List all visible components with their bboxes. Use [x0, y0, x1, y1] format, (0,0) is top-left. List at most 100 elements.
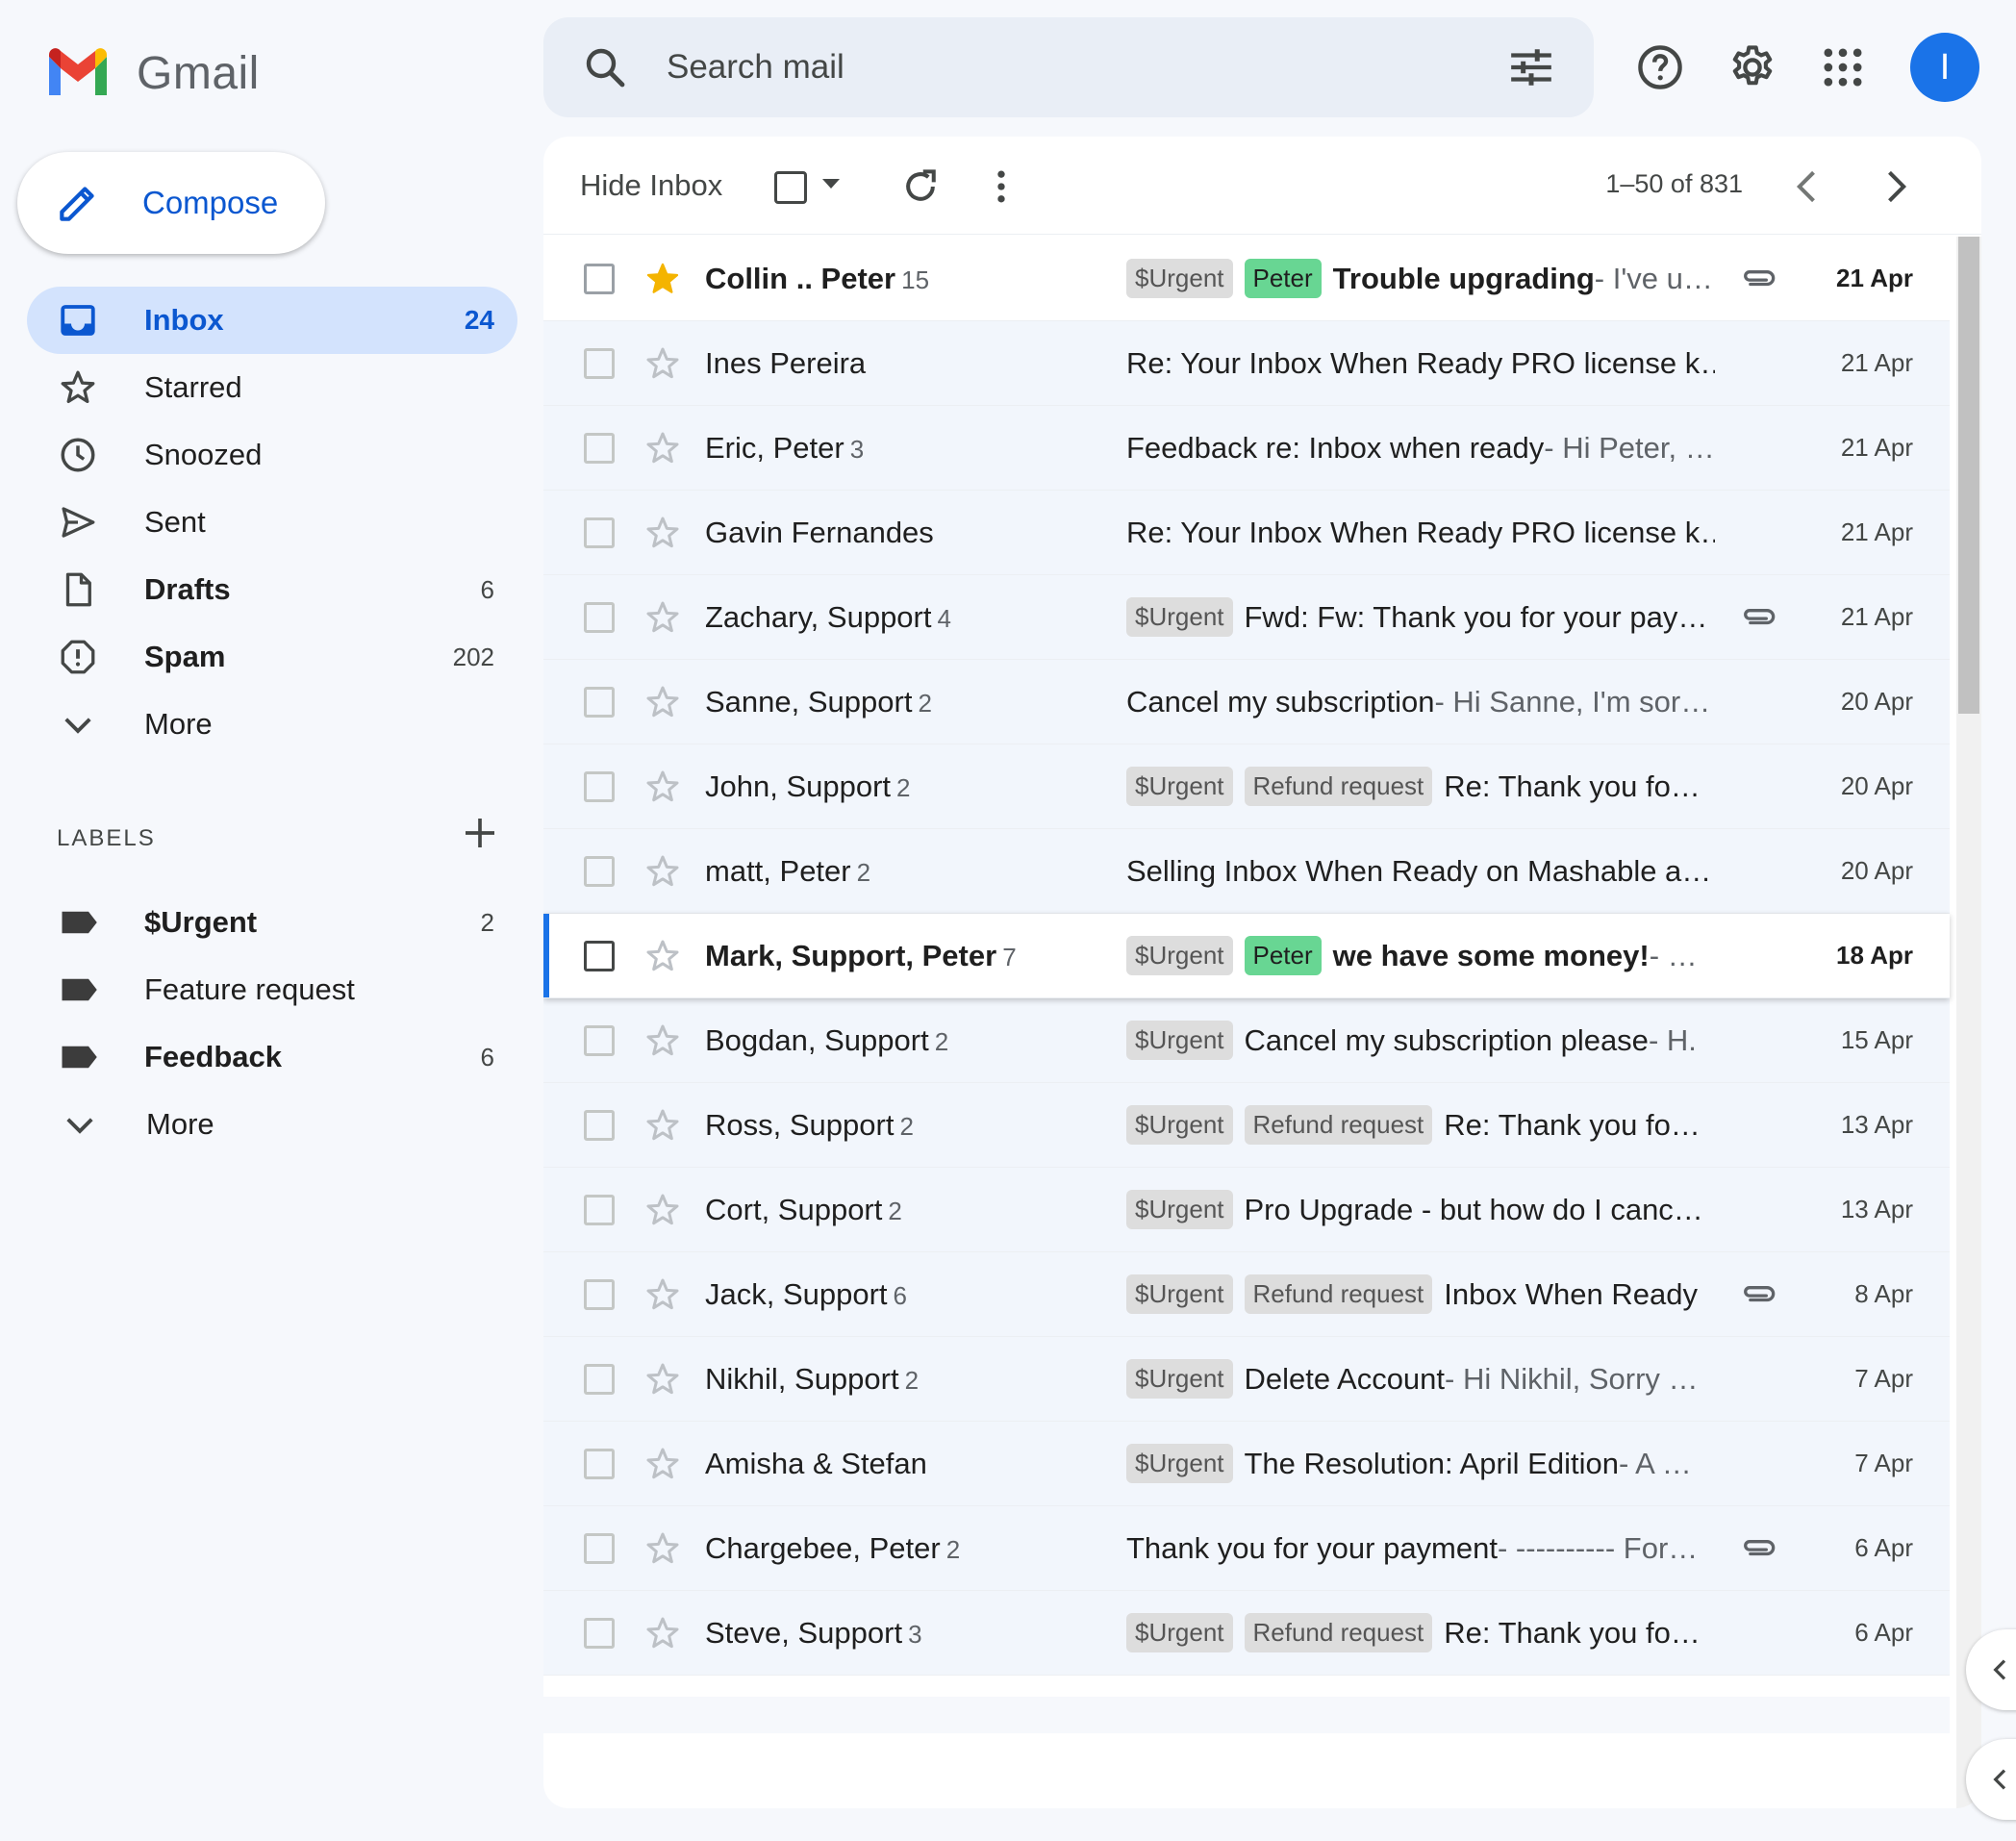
sidebar-item-starred[interactable]: Starred — [27, 354, 517, 421]
row-checkbox[interactable] — [584, 263, 615, 294]
attachment-icon[interactable] — [1738, 258, 1780, 300]
refresh-icon[interactable] — [899, 165, 942, 208]
email-label-chip[interactable]: $Urgent — [1126, 1359, 1233, 1399]
row-checkbox[interactable] — [584, 1448, 615, 1479]
sidebar-item-snoozed[interactable]: Snoozed — [27, 421, 517, 489]
star-icon[interactable] — [643, 514, 682, 552]
star-icon[interactable] — [643, 1529, 682, 1568]
row-checkbox[interactable] — [584, 517, 615, 548]
gmail-logo[interactable]: Gmail — [44, 44, 260, 102]
star-icon[interactable] — [643, 937, 682, 975]
attachment-icon[interactable] — [1738, 596, 1780, 639]
search-icon[interactable] — [582, 44, 628, 90]
compose-button[interactable]: Compose — [17, 152, 325, 254]
email-label-chip[interactable]: $Urgent — [1126, 597, 1233, 637]
account-avatar[interactable]: I — [1910, 33, 1979, 102]
email-label-chip[interactable]: $Urgent — [1126, 259, 1233, 298]
row-checkbox[interactable] — [584, 432, 615, 464]
attachment-icon[interactable] — [1738, 1527, 1780, 1570]
row-checkbox[interactable] — [584, 1024, 615, 1056]
label-item-urgent[interactable]: $Urgent 2 — [27, 889, 517, 956]
email-row[interactable]: Zachary, Support 4 $Urgent Fwd: Fw: Thank y… — [543, 575, 1950, 660]
star-icon[interactable] — [643, 344, 682, 383]
chevron-left-icon[interactable] — [1787, 165, 1829, 208]
scrollbar[interactable] — [1956, 237, 1981, 1808]
email-row[interactable]: Eric, Peter 3 Feedback re: Inbox when read… — [543, 406, 1950, 491]
sidebar-item-inbox[interactable]: Inbox 24 — [27, 287, 517, 354]
email-label-chip[interactable]: $Urgent — [1126, 1021, 1233, 1060]
search-input[interactable] — [667, 48, 1507, 87]
scrollbar-thumb[interactable] — [1958, 237, 1979, 714]
email-row[interactable]: Ines Pereira Re: Your Inbox When Ready PR… — [543, 321, 1950, 406]
row-checkbox[interactable] — [584, 347, 615, 379]
email-label-chip[interactable]: Peter — [1244, 259, 1322, 298]
star-icon[interactable] — [643, 1191, 682, 1229]
email-label-chip[interactable]: $Urgent — [1126, 1613, 1233, 1652]
star-icon[interactable] — [643, 1445, 682, 1483]
email-row[interactable]: Gavin Fernandes Re: Your Inbox When Ready… — [543, 491, 1950, 575]
more-vert-icon[interactable] — [980, 165, 1022, 208]
label-item-feature-request[interactable]: Feature request — [27, 956, 517, 1023]
row-checkbox[interactable] — [584, 855, 615, 887]
search-options-icon[interactable] — [1507, 43, 1555, 91]
email-row[interactable]: Nikhil, Support 2 $Urgent Delete Account - … — [543, 1337, 1950, 1422]
star-icon[interactable] — [643, 429, 682, 467]
row-checkbox[interactable] — [584, 1194, 615, 1225]
email-label-chip[interactable]: $Urgent — [1126, 1190, 1233, 1229]
star-icon[interactable] — [643, 1614, 682, 1652]
row-checkbox[interactable] — [584, 1532, 615, 1564]
email-label-chip[interactable]: Refund request — [1244, 1105, 1433, 1145]
label-item-feedback[interactable]: Feedback 6 — [27, 1023, 517, 1091]
email-row[interactable]: matt, Peter 2 Selling Inbox When Ready on … — [543, 829, 1950, 914]
sidebar-item-spam[interactable]: Spam 202 — [27, 623, 517, 691]
help-icon[interactable] — [1635, 42, 1685, 92]
star-icon[interactable] — [643, 1021, 682, 1060]
settings-gear-icon[interactable] — [1727, 42, 1777, 92]
email-row[interactable]: Mark, Support, Peter 7 $Urgent Peter we have… — [543, 914, 1950, 998]
email-label-chip[interactable]: $Urgent — [1126, 767, 1233, 806]
email-row[interactable]: Collin .. Peter 15 $Urgent Peter Trouble upg… — [543, 237, 1950, 321]
attachment-icon[interactable] — [1738, 1274, 1780, 1316]
email-row[interactable]: Cort, Support 2 $Urgent Pro Upgrade - but h… — [543, 1168, 1950, 1252]
star-icon[interactable] — [643, 852, 682, 891]
sidebar-item-sent[interactable]: Sent — [27, 489, 517, 556]
email-row[interactable]: Ross, Support 2 $Urgent Refund request Re: T… — [543, 1083, 1950, 1168]
email-row[interactable]: Amisha & Stefan $Urgent The Resolution: Ap… — [543, 1422, 1950, 1506]
email-label-chip[interactable]: $Urgent — [1126, 1105, 1233, 1145]
row-checkbox[interactable] — [584, 1617, 615, 1649]
row-checkbox[interactable] — [584, 1109, 615, 1141]
select-all-checkbox[interactable] — [774, 171, 807, 204]
star-icon[interactable] — [643, 1106, 682, 1145]
email-label-chip[interactable]: Refund request — [1244, 1613, 1433, 1652]
row-checkbox[interactable] — [584, 940, 615, 971]
email-row[interactable]: John, Support 2 $Urgent Refund request Re: T… — [543, 744, 1950, 829]
email-row[interactable]: Jack, Support 6 $Urgent Refund request Inbox… — [543, 1252, 1950, 1337]
row-checkbox[interactable] — [584, 1363, 615, 1395]
sidebar-item-drafts[interactable]: Drafts 6 — [27, 556, 517, 623]
row-checkbox[interactable] — [584, 601, 615, 633]
star-icon[interactable] — [643, 260, 682, 298]
chevron-right-icon[interactable] — [1874, 165, 1916, 208]
create-label-icon[interactable] — [461, 814, 499, 852]
hide-inbox-button[interactable]: Hide Inbox — [580, 168, 722, 203]
star-icon[interactable] — [643, 1360, 682, 1399]
select-dropdown-icon[interactable] — [822, 179, 840, 189]
apps-grid-icon[interactable] — [1818, 42, 1868, 92]
row-checkbox[interactable] — [584, 686, 615, 718]
sidebar-item-more[interactable]: More — [27, 691, 517, 758]
email-label-chip[interactable]: $Urgent — [1126, 936, 1233, 975]
email-label-chip[interactable]: $Urgent — [1126, 1444, 1233, 1483]
email-label-chip[interactable]: $Urgent — [1126, 1274, 1233, 1314]
email-row[interactable]: Bogdan, Support 2 $Urgent Cancel my subscri… — [543, 998, 1950, 1083]
star-icon[interactable] — [643, 598, 682, 637]
row-checkbox[interactable] — [584, 770, 615, 802]
email-label-chip[interactable]: Refund request — [1244, 1274, 1433, 1314]
email-label-chip[interactable]: Peter — [1244, 936, 1322, 975]
labels-more[interactable]: More — [27, 1091, 517, 1158]
star-icon[interactable] — [643, 1275, 682, 1314]
star-icon[interactable] — [643, 768, 682, 806]
email-row[interactable]: Steve, Support 3 $Urgent Refund request Re: … — [543, 1591, 1950, 1676]
row-checkbox[interactable] — [584, 1278, 615, 1310]
star-icon[interactable] — [643, 683, 682, 721]
email-row[interactable]: Sanne, Support 2 Cancel my subscription - … — [543, 660, 1950, 744]
